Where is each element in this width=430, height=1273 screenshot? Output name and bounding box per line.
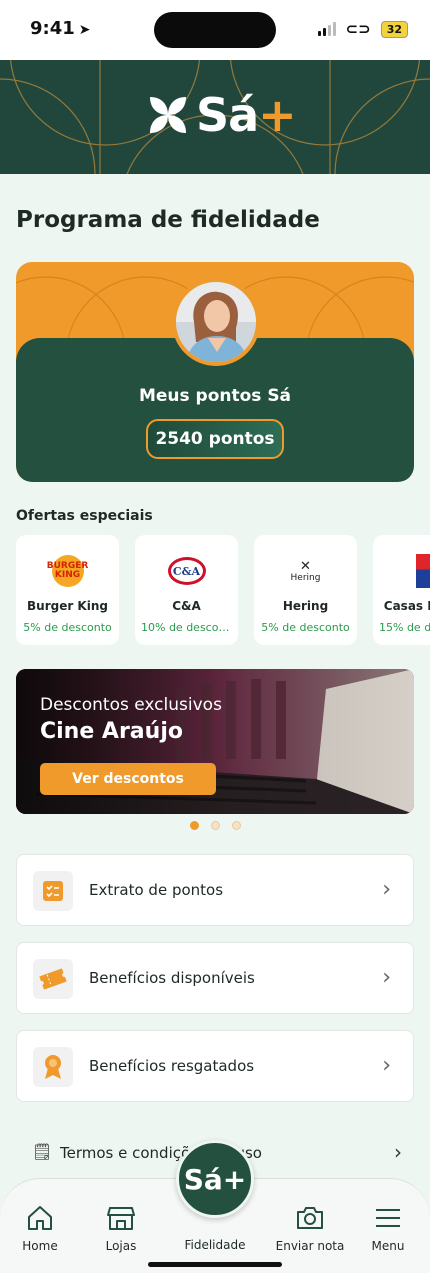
tab-menu[interactable]: Menu	[348, 1201, 428, 1253]
status-indicators: ⊂⊃ 32	[317, 20, 408, 38]
chevron-right-icon: ›	[382, 965, 391, 990]
hering-logo-text: Hering	[290, 572, 321, 583]
tab-label: Lojas	[105, 1239, 137, 1253]
carousel-indicator	[190, 821, 241, 830]
offer-card-hering[interactable]: ✕ Hering Hering 5% de desconto	[254, 535, 357, 645]
promo-banner[interactable]: Descontos exclusivos Cine Araújo Ver des…	[16, 669, 414, 814]
points-balance[interactable]: 2540 pontos	[146, 419, 284, 459]
menu-item-points-statement[interactable]: Extrato de pontos ›	[16, 854, 414, 926]
status-time: 9:41 ➤	[30, 18, 91, 39]
carousel-dot-active[interactable]	[190, 821, 199, 830]
tab-send-receipt[interactable]: Enviar nota	[270, 1201, 350, 1253]
points-card: Meus pontos Sá 2540 pontos	[16, 262, 414, 482]
logo-text: Sá+	[196, 92, 297, 138]
menu-label: Extrato de pontos	[89, 881, 224, 899]
hamburger-menu-icon	[348, 1201, 428, 1235]
tab-loyalty-button[interactable]: Sá+	[176, 1140, 254, 1218]
menu-label: Benefícios resgatados	[89, 1057, 255, 1075]
tab-loyalty-label: Fidelidade	[184, 1238, 246, 1252]
document-icon: 🗒	[32, 1142, 53, 1161]
tab-label: Enviar nota	[275, 1239, 345, 1253]
offers-carousel[interactable]: BURGER KING Burger King 5% de desconto C…	[16, 535, 430, 645]
tab-label: Menu	[371, 1239, 405, 1253]
tab-home[interactable]: Home	[0, 1201, 80, 1253]
see-discounts-button[interactable]: Ver descontos	[40, 763, 216, 795]
location-arrow-icon: ➤	[78, 22, 91, 38]
offers-title: Ofertas especiais	[16, 508, 153, 524]
home-icon	[0, 1201, 80, 1235]
offer-card-burger-king[interactable]: BURGER KING Burger King 5% de desconto	[16, 535, 119, 645]
offer-card-casas-bahia[interactable]: Casas Bahia 15% de desconto	[373, 535, 430, 645]
offer-name: Burger King	[27, 599, 108, 613]
brand-logo: Sá+	[146, 92, 297, 138]
offer-name: Casas Bahia	[383, 599, 430, 613]
offer-discount: 5% de desconto	[23, 621, 112, 634]
store-icon	[81, 1201, 161, 1235]
banner-subtitle: Descontos exclusivos	[40, 695, 222, 715]
camera-icon	[270, 1201, 350, 1235]
avatar[interactable]	[172, 278, 260, 366]
menu-label: Benefícios disponíveis	[89, 969, 255, 987]
chevron-right-icon: ›	[382, 1053, 391, 1078]
ca-logo-text: C&A	[167, 557, 206, 585]
ticket-icon	[33, 959, 73, 999]
leaf-logo-icon	[150, 97, 186, 133]
app-header: Sá+	[0, 60, 430, 174]
points-label: Meus pontos Sá	[138, 386, 292, 406]
chevron-right-icon: ›	[382, 877, 391, 902]
menu-item-redeemed-benefits[interactable]: Benefícios resgatados ›	[16, 1030, 414, 1102]
carousel-dot[interactable]	[232, 821, 241, 830]
tab-label: Home	[22, 1239, 58, 1253]
hering-fish-icon: ✕	[300, 558, 311, 574]
tab-stores[interactable]: Lojas	[81, 1201, 161, 1253]
ca-logo: C&A	[135, 553, 238, 589]
carousel-dot[interactable]	[211, 821, 220, 830]
chevron-right-icon: ›	[394, 1140, 402, 1164]
award-icon	[33, 1047, 73, 1087]
menu-item-available-benefits[interactable]: Benefícios disponíveis ›	[16, 942, 414, 1014]
status-bar: 9:41 ➤ ⊂⊃ 32	[0, 0, 430, 60]
burger-king-logo-text: BURGER KING	[46, 561, 89, 580]
signal-icon	[317, 22, 336, 36]
hering-logo: ✕ Hering	[254, 553, 357, 589]
logo-plus: +	[258, 88, 297, 142]
dynamic-island	[154, 12, 276, 48]
casas-bahia-logo	[373, 553, 430, 589]
offer-name: C&A	[172, 599, 201, 613]
page-title: Programa de fidelidade	[16, 207, 320, 233]
checklist-icon	[33, 871, 73, 911]
loyalty-logo-icon: Sá+	[183, 1162, 247, 1196]
status-time-text: 9:41	[30, 18, 75, 39]
user-photo	[176, 282, 256, 362]
home-indicator	[148, 1262, 282, 1267]
link-icon: ⊂⊃	[345, 20, 371, 38]
offer-name: Hering	[282, 599, 329, 613]
banner-title: Cine Araújo	[40, 719, 183, 744]
burger-king-logo: BURGER KING	[16, 553, 119, 589]
offer-discount: 15% de desconto	[379, 621, 430, 634]
offer-discount: 5% de desconto	[261, 621, 350, 634]
logo-wordmark: Sá	[196, 88, 259, 142]
offer-card-ca[interactable]: C&A C&A 10% de desconto	[135, 535, 238, 645]
battery-icon: 32	[380, 20, 408, 38]
offer-discount: 10% de desconto	[141, 621, 232, 634]
